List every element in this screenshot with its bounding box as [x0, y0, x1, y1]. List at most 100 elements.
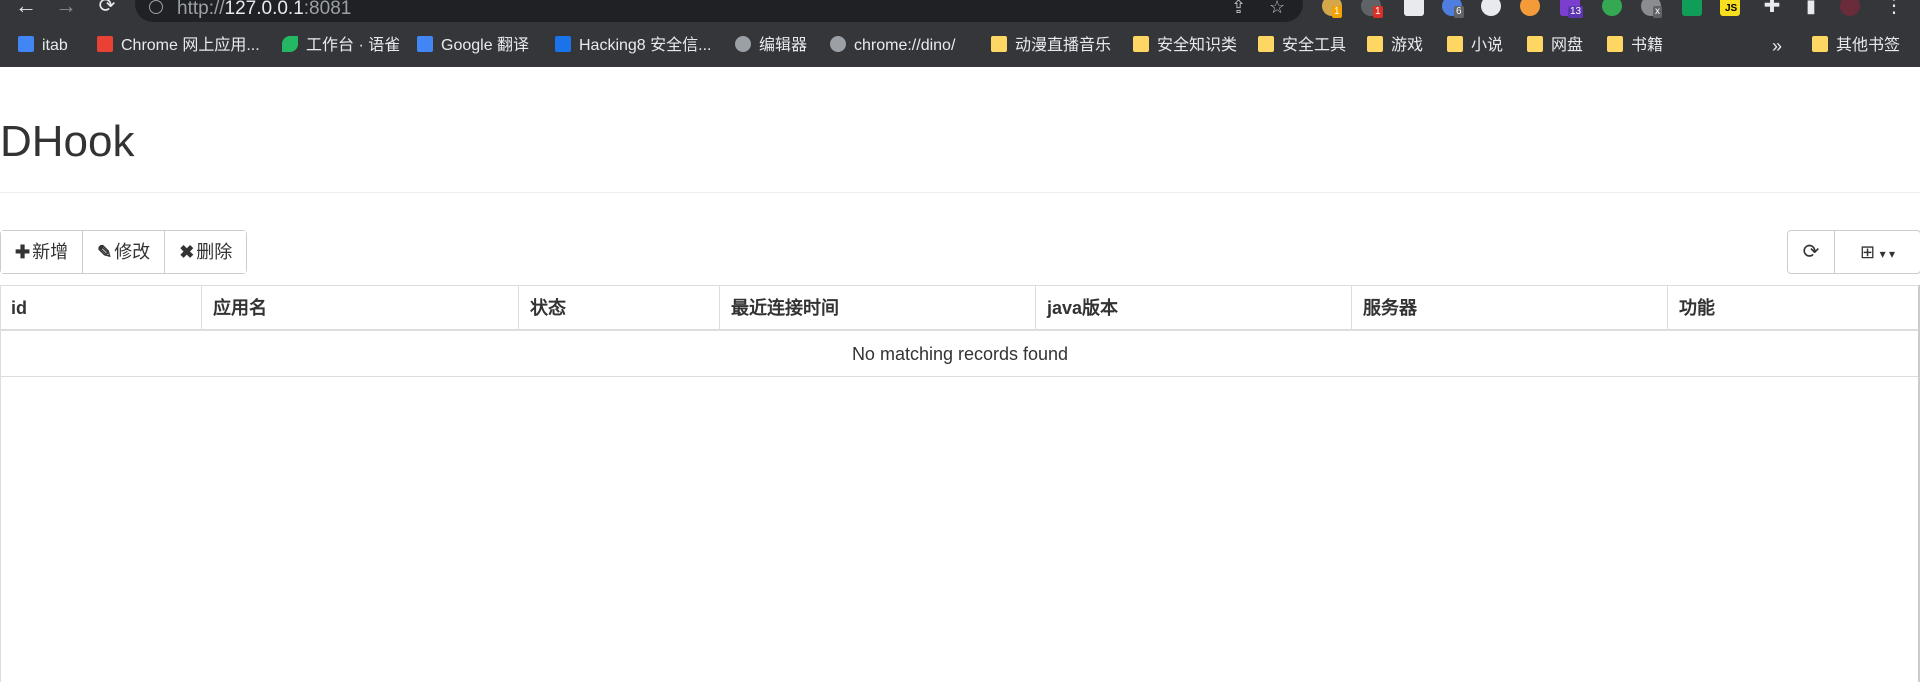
address-row: ← → ⟳ http://127.0.0.1:8081 ⇪ ☆ 1 1 6 13…: [0, 0, 1920, 27]
column-header-status[interactable]: 状态: [518, 286, 720, 330]
bookmark-label: itab: [42, 37, 68, 54]
puzzle-icon[interactable]: ✚: [1758, 0, 1786, 18]
url-host: 127.0.0.1: [224, 0, 304, 19]
other-bookmarks[interactable]: 其他书签: [1812, 34, 1900, 58]
bookmark-label: 工作台 · 语雀: [306, 37, 401, 54]
url-port: :8081: [303, 0, 352, 19]
delete-button-label: 删除: [196, 242, 233, 262]
yuque-icon: [282, 36, 298, 52]
google-translate-icon: [417, 36, 433, 52]
plus-icon: ✚: [15, 242, 31, 262]
grid-icon: ⊞: [1859, 242, 1875, 262]
reload-icon[interactable]: ⟳: [93, 0, 121, 18]
column-header-app-name[interactable]: 应用名: [201, 286, 518, 330]
folder-icon: [1607, 36, 1623, 52]
extension-icon[interactable]: [1481, 0, 1501, 16]
folder-icon: [1258, 36, 1274, 52]
divider: [0, 192, 1920, 193]
extension-icon[interactable]: 1: [1361, 0, 1383, 18]
bookmark-label: 网盘: [1551, 37, 1584, 54]
address-bar[interactable]: http://127.0.0.1:8081 ⇪ ☆: [135, 0, 1303, 22]
browser-chrome: ← → ⟳ http://127.0.0.1:8081 ⇪ ☆ 1 1 6 13…: [0, 0, 1920, 67]
extension-icon[interactable]: 13: [1560, 0, 1584, 18]
add-button-label: 新增: [32, 242, 69, 262]
bookmark-label: 小说: [1471, 37, 1504, 54]
extension-icon[interactable]: 1: [1322, 0, 1342, 18]
bookmark-yuque[interactable]: 工作台 · 语雀: [282, 34, 400, 58]
side-panel-icon[interactable]: ▮: [1797, 0, 1825, 18]
shield-icon[interactable]: [1602, 0, 1622, 16]
folder-icon: [1133, 36, 1149, 52]
bookmark-folder-security-knowledge[interactable]: 安全知识类: [1133, 34, 1237, 58]
column-header-id[interactable]: id: [0, 286, 202, 330]
url-scheme: http://: [177, 0, 225, 19]
bookmark-folder-books[interactable]: 书籍: [1607, 34, 1663, 58]
extension-icon[interactable]: [1404, 0, 1424, 16]
table-border: [0, 285, 1, 682]
edit-button[interactable]: ✎ 修改: [83, 231, 166, 273]
close-icon: ✖: [179, 242, 195, 262]
bookmark-editor[interactable]: 编辑器: [735, 34, 807, 58]
column-header-last-connect[interactable]: 最近连接时间: [719, 286, 1036, 330]
bookmark-label: 编辑器: [759, 37, 808, 54]
add-button[interactable]: ✚ 新增: [1, 231, 84, 273]
refresh-button[interactable]: ⟳: [1788, 231, 1835, 273]
forward-arrow-icon[interactable]: →: [52, 0, 80, 18]
table-header: id 应用名 状态 最近连接时间 java版本 服务器 功能: [0, 285, 1920, 331]
bookmarks-bar: itab Chrome 网上应用... 工作台 · 语雀 Google 翻译 H…: [0, 31, 1920, 61]
extension-icon[interactable]: x: [1641, 0, 1662, 18]
share-icon[interactable]: ⇪: [1231, 0, 1249, 16]
refresh-icon: ⟳: [1802, 241, 1820, 263]
bookmark-folder-novels[interactable]: 小说: [1447, 34, 1503, 58]
folder-icon: [1812, 36, 1828, 52]
chrome-store-icon: [97, 36, 113, 52]
back-arrow-icon[interactable]: ←: [12, 0, 40, 18]
bookmark-itab[interactable]: itab: [18, 34, 68, 58]
avatar[interactable]: [1840, 0, 1860, 16]
bookmark-label: chrome://dino/: [854, 37, 956, 54]
bookmark-label: 安全知识类: [1157, 37, 1238, 54]
extension-badge: 6: [1454, 6, 1464, 18]
bookmark-folder-netdisk[interactable]: 网盘: [1527, 34, 1583, 58]
extension-badge: x: [1653, 6, 1662, 18]
extension-icon[interactable]: 6: [1442, 0, 1464, 18]
bookmark-folder-security-tools[interactable]: 安全工具: [1258, 34, 1346, 58]
extension-badge: JS: [1725, 3, 1738, 14]
columns-toggle-button[interactable]: ⊞ ▾ ▾: [1835, 231, 1920, 273]
itab-icon: [18, 36, 34, 52]
bookmark-folder-anime[interactable]: 动漫直播音乐: [991, 34, 1111, 58]
bookmarks-overflow-button[interactable]: »: [1772, 34, 1782, 58]
page-title: DHook: [0, 117, 135, 166]
extension-badge: 1: [1373, 6, 1383, 18]
extension-icon[interactable]: [1682, 0, 1702, 16]
bookmark-folder-games[interactable]: 游戏: [1367, 34, 1423, 58]
pencil-icon: ✎: [97, 242, 113, 262]
extension-badge: 1: [1332, 6, 1342, 18]
edit-button-label: 修改: [114, 242, 151, 262]
menu-icon[interactable]: ⋮: [1880, 0, 1908, 18]
bookmark-label: Chrome 网上应用...: [121, 37, 260, 54]
column-header-java-version[interactable]: java版本: [1035, 286, 1352, 330]
folder-icon: [991, 36, 1007, 52]
bookmark-label: 游戏: [1391, 37, 1424, 54]
js-extension-icon[interactable]: JS: [1720, 0, 1740, 16]
table-tools: ⟳ ⊞ ▾ ▾: [1787, 230, 1920, 274]
bookmark-chrome-store[interactable]: Chrome 网上应用...: [97, 34, 260, 58]
column-header-server[interactable]: 服务器: [1351, 286, 1668, 330]
site-info-icon[interactable]: [149, 0, 163, 14]
extension-badge: 13: [1568, 6, 1584, 18]
globe-icon: [830, 36, 846, 52]
column-header-actions[interactable]: 功能: [1667, 286, 1919, 330]
delete-button[interactable]: ✖ 删除: [165, 231, 247, 273]
bookmark-google-translate[interactable]: Google 翻译: [417, 34, 529, 58]
bookmark-label: 书籍: [1631, 37, 1664, 54]
url-text[interactable]: http://127.0.0.1:8081: [177, 0, 351, 20]
folder-icon: [1447, 36, 1463, 52]
bookmark-dino[interactable]: chrome://dino/: [830, 34, 955, 58]
folder-icon: [1527, 36, 1543, 52]
hacking8-icon: [555, 36, 571, 52]
caret-down-icon: ▾ ▾: [1879, 247, 1896, 261]
bookmark-hacking8[interactable]: Hacking8 安全信...: [555, 34, 712, 58]
star-icon[interactable]: ☆: [1269, 0, 1287, 16]
extension-icon[interactable]: [1520, 0, 1540, 16]
